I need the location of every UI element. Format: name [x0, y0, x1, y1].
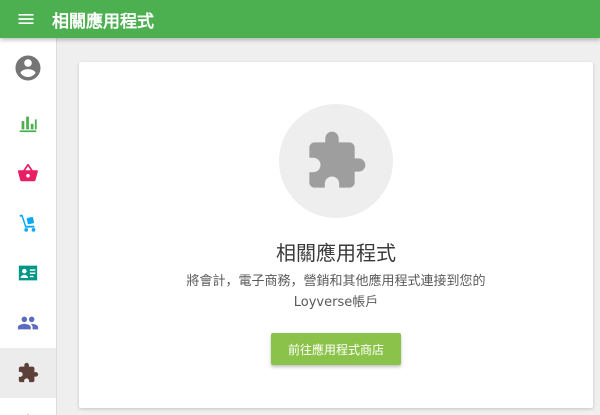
people-icon [17, 316, 39, 330]
card-description: 將會計，電子商務，營銷和其他應用程式連接到您的 Loyverse帳戶 [156, 271, 516, 313]
sidebar-item-account[interactable] [0, 38, 56, 98]
page-title: 相關應用程式 [52, 11, 154, 32]
sidebar-item-reports[interactable] [0, 98, 56, 148]
integrations-icon-circle [279, 104, 393, 218]
card-description-line-1: 將會計，電子商務，營銷和其他應用程式連接到您的 [186, 274, 486, 289]
sidebar-item-inventory[interactable] [0, 198, 56, 248]
basket-icon [17, 163, 38, 182]
integrations-card: 相關應用程式 將會計，電子商務，營銷和其他應用程式連接到您的 Loyverse帳… [79, 62, 593, 408]
sidebar-item-sales[interactable] [0, 148, 56, 198]
account-circle-icon [15, 55, 41, 81]
bar-chart-icon [19, 116, 37, 133]
puzzle-icon [309, 131, 366, 188]
sidebar-item-integrations[interactable] [0, 348, 56, 398]
card-description-line-2: Loyverse帳戶 [293, 295, 379, 310]
hand-truck-icon [19, 214, 36, 232]
menu-icon [18, 14, 34, 24]
go-to-app-store-button[interactable]: 前往應用程式商店 [271, 333, 401, 365]
top-app-bar: 相關應用程式 [0, 0, 600, 38]
sidebar-item-customers[interactable] [0, 298, 56, 348]
sidebar [0, 38, 57, 415]
puzzle-icon [18, 362, 39, 383]
sidebar-item-employees[interactable] [0, 248, 56, 298]
sidebar-item-settings[interactable] [0, 398, 56, 415]
id-card-icon [18, 265, 38, 281]
card-title: 相關應用程式 [276, 241, 396, 265]
menu-button[interactable] [0, 0, 52, 38]
